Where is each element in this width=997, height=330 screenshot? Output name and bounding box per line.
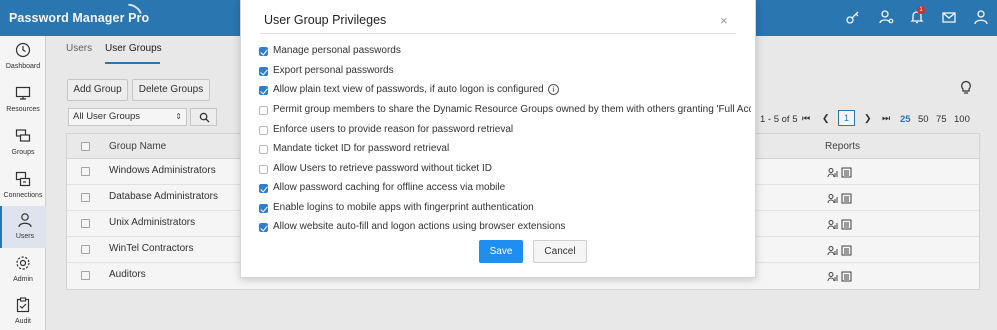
privilege-label: Mandate ticket ID for password retrieval: [273, 143, 450, 154]
privilege-checkbox[interactable]: [259, 184, 268, 193]
user-group-privileges-dialog: User Group Privileges × Manage personal …: [240, 0, 756, 278]
privilege-fingerprint-login[interactable]: Enable logins to mobile apps with finger…: [259, 202, 751, 216]
privilege-label: Export personal passwords: [273, 65, 394, 76]
privilege-browser-autofill[interactable]: Allow website auto-fill and logon action…: [259, 221, 751, 235]
privilege-checkbox[interactable]: [259, 126, 268, 135]
privilege-label-wrap: Allow plain text view of passwords, if a…: [273, 84, 559, 95]
privilege-no-ticket-retrieval[interactable]: Allow Users to retrieve password without…: [259, 163, 751, 177]
privilege-label: Manage personal passwords: [273, 45, 401, 56]
cancel-button[interactable]: Cancel: [533, 240, 587, 263]
privilege-label: Permit group members to share the Dynami…: [273, 104, 751, 115]
privilege-label: Allow password caching for offline acces…: [273, 182, 506, 193]
privilege-checkbox[interactable]: [259, 223, 268, 232]
dialog-title: User Group Privileges: [264, 13, 387, 27]
privilege-checkbox[interactable]: [259, 67, 268, 76]
save-button[interactable]: Save: [479, 240, 523, 263]
privilege-plain-text-view[interactable]: Allow plain text view of passwords, if a…: [259, 84, 751, 98]
privilege-label: Allow Users to retrieve password without…: [273, 163, 492, 174]
privilege-manage-personal[interactable]: Manage personal passwords: [259, 45, 751, 59]
privilege-label: Enforce users to provide reason for pass…: [273, 124, 514, 135]
privilege-checkbox[interactable]: [259, 47, 268, 56]
privilege-label: Enable logins to mobile apps with finger…: [273, 202, 534, 213]
privilege-checkbox[interactable]: [259, 86, 268, 95]
privilege-checkbox[interactable]: [259, 165, 268, 174]
info-icon[interactable]: i: [547, 84, 559, 95]
privilege-share-dynamic-groups[interactable]: Permit group members to share the Dynami…: [259, 104, 751, 118]
privilege-offline-caching[interactable]: Allow password caching for offline acces…: [259, 182, 751, 196]
privilege-label: Allow website auto-fill and logon action…: [273, 221, 566, 232]
privilege-checkbox[interactable]: [259, 204, 268, 213]
close-icon[interactable]: ×: [720, 13, 728, 28]
privilege-checkbox[interactable]: [259, 106, 268, 115]
privilege-export-personal[interactable]: Export personal passwords: [259, 65, 751, 79]
privilege-label: Allow plain text view of passwords, if a…: [273, 84, 544, 95]
privilege-reason-retrieval[interactable]: Enforce users to provide reason for pass…: [259, 124, 751, 138]
dialog-divider: [260, 33, 736, 34]
privilege-checkbox[interactable]: [259, 145, 268, 154]
privilege-mandate-ticket[interactable]: Mandate ticket ID for password retrieval: [259, 143, 751, 157]
